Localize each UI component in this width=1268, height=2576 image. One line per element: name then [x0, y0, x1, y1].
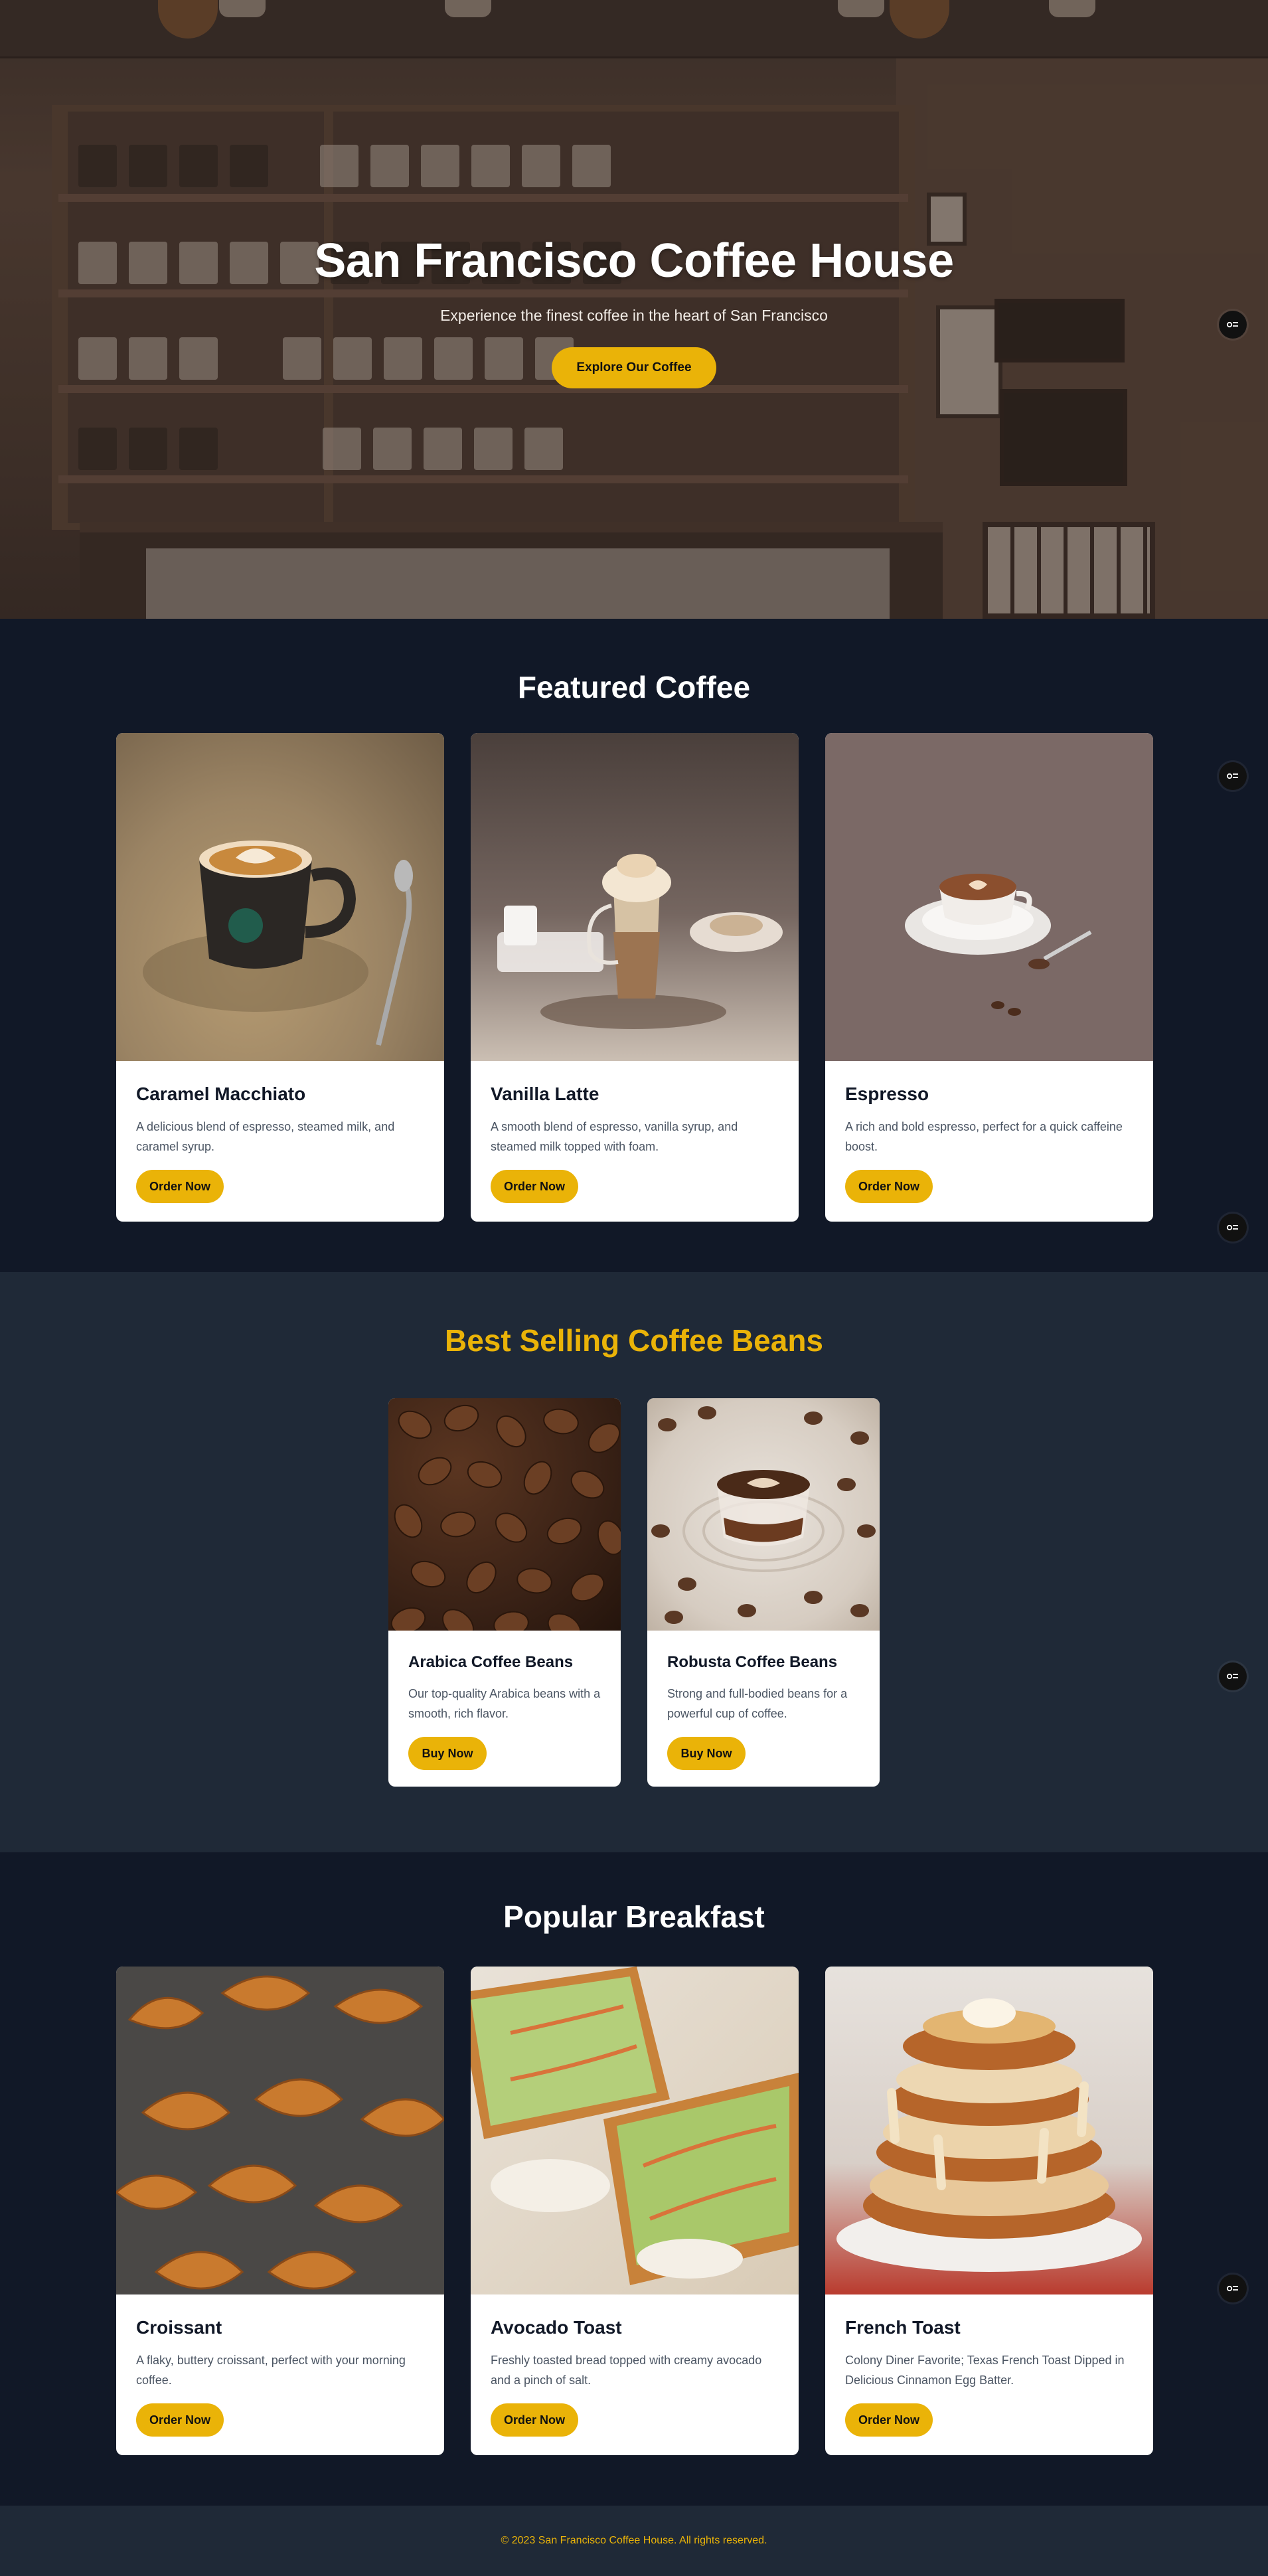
floating-widget-button[interactable] [1219, 762, 1247, 790]
product-description: Our top-quality Arabica beans with a smo… [408, 1687, 601, 1720]
coffee-cup-beans-icon [647, 1398, 880, 1631]
buy-now-button[interactable]: Buy Now [667, 1737, 746, 1770]
floating-widget-button[interactable] [1219, 311, 1247, 339]
site-footer: © 2023 San Francisco Coffee House. All r… [0, 2506, 1268, 2576]
product-name: French Toast [845, 2317, 961, 2338]
glass-latte-icon [471, 733, 799, 1061]
product-name: Caramel Macchiato [136, 1084, 306, 1104]
featured-section-title: Featured Coffee [517, 670, 751, 704]
beans-section-title: Best Selling Coffee Beans [444, 1323, 824, 1358]
breakfast-section-title: Popular Breakfast [503, 1899, 765, 1934]
buy-now-button[interactable]: Buy Now [408, 1737, 487, 1770]
order-now-button[interactable]: Order Now [491, 1170, 578, 1203]
best-selling-beans-section: Best Selling Coffee Beans Arabica Coffee… [0, 1272, 1268, 1852]
product-card: Croissant A flaky, buttery croissant, pe… [116, 1967, 444, 2455]
featured-card-list: Caramel Macchiato A delicious blend of e… [116, 733, 1153, 1222]
product-description: Strong and full-bodied beans for a power… [667, 1687, 848, 1720]
breakfast-card-list: Croissant A flaky, buttery croissant, pe… [116, 1967, 1153, 2455]
order-now-button[interactable]: Order Now [136, 1170, 224, 1203]
product-description: A rich and bold espresso, perfect for a … [845, 1120, 1123, 1153]
product-description: Colony Diner Favorite; Texas French Toas… [845, 2354, 1125, 2387]
french-toast-icon [825, 1967, 1153, 2294]
settings-toggle-icon [1226, 773, 1238, 779]
settings-toggle-icon [1226, 1673, 1238, 1680]
featured-coffee-section: Featured Coffee Caramel Macchiato A deli… [0, 619, 1268, 1272]
product-card: French Toast Colony Diner Favorite; Texa… [825, 1967, 1153, 2455]
product-card: Vanilla Latte A smooth blend of espresso… [471, 733, 799, 1222]
order-now-button[interactable]: Order Now [845, 1170, 933, 1203]
product-description: Freshly toasted bread topped with creamy… [491, 2354, 762, 2387]
coffee-beans-icon [388, 1398, 621, 1631]
hero-subtitle: Experience the finest coffee in the hear… [440, 307, 828, 324]
croissant-icon [116, 1967, 444, 2294]
avocado-toast-icon [471, 1967, 799, 2294]
product-card: Arabica Coffee Beans Our top-quality Ara… [388, 1398, 621, 1787]
product-name: Croissant [136, 2317, 222, 2338]
product-name: Vanilla Latte [491, 1084, 599, 1104]
product-name: Avocado Toast [491, 2317, 622, 2338]
order-now-button[interactable]: Order Now [845, 2403, 933, 2437]
hero-title: San Francisco Coffee House [314, 234, 954, 287]
product-card: Caramel Macchiato A delicious blend of e… [116, 733, 444, 1222]
beans-card-list: Arabica Coffee Beans Our top-quality Ara… [388, 1398, 880, 1787]
explore-coffee-button[interactable]: Explore Our Coffee [552, 347, 716, 388]
latte-art-cup-icon [116, 733, 444, 1061]
product-description: A smooth blend of espresso, vanilla syru… [491, 1120, 738, 1153]
floating-widget-button[interactable] [1219, 2275, 1247, 2302]
product-card: Espresso A rich and bold espresso, perfe… [825, 733, 1153, 1222]
floating-widget-button[interactable] [1219, 1662, 1247, 1690]
hero-content: San Francisco Coffee House Experience th… [0, 0, 1268, 619]
floating-widget-button[interactable] [1219, 1214, 1247, 1242]
order-now-button[interactable]: Order Now [136, 2403, 224, 2437]
product-card: Avocado Toast Freshly toasted bread topp… [471, 1967, 799, 2455]
order-now-button[interactable]: Order Now [491, 2403, 578, 2437]
product-card: Robusta Coffee Beans Strong and full-bod… [647, 1398, 880, 1787]
espresso-cup-icon [825, 733, 1153, 1061]
product-description: A flaky, buttery croissant, perfect with… [136, 2354, 406, 2387]
hero-section: San Francisco Coffee House Experience th… [0, 0, 1268, 619]
footer-copyright: © 2023 San Francisco Coffee House. All r… [501, 2535, 767, 2546]
settings-toggle-icon [1226, 1224, 1238, 1231]
product-description: A delicious blend of espresso, steamed m… [136, 1120, 395, 1153]
settings-toggle-icon [1226, 2285, 1238, 2292]
product-name: Robusta Coffee Beans [667, 1653, 838, 1671]
product-name: Arabica Coffee Beans [408, 1653, 574, 1671]
product-name: Espresso [845, 1084, 929, 1104]
settings-toggle-icon [1226, 321, 1238, 328]
popular-breakfast-section: Popular Breakfast Croissant A flaky, but… [0, 1852, 1268, 2506]
